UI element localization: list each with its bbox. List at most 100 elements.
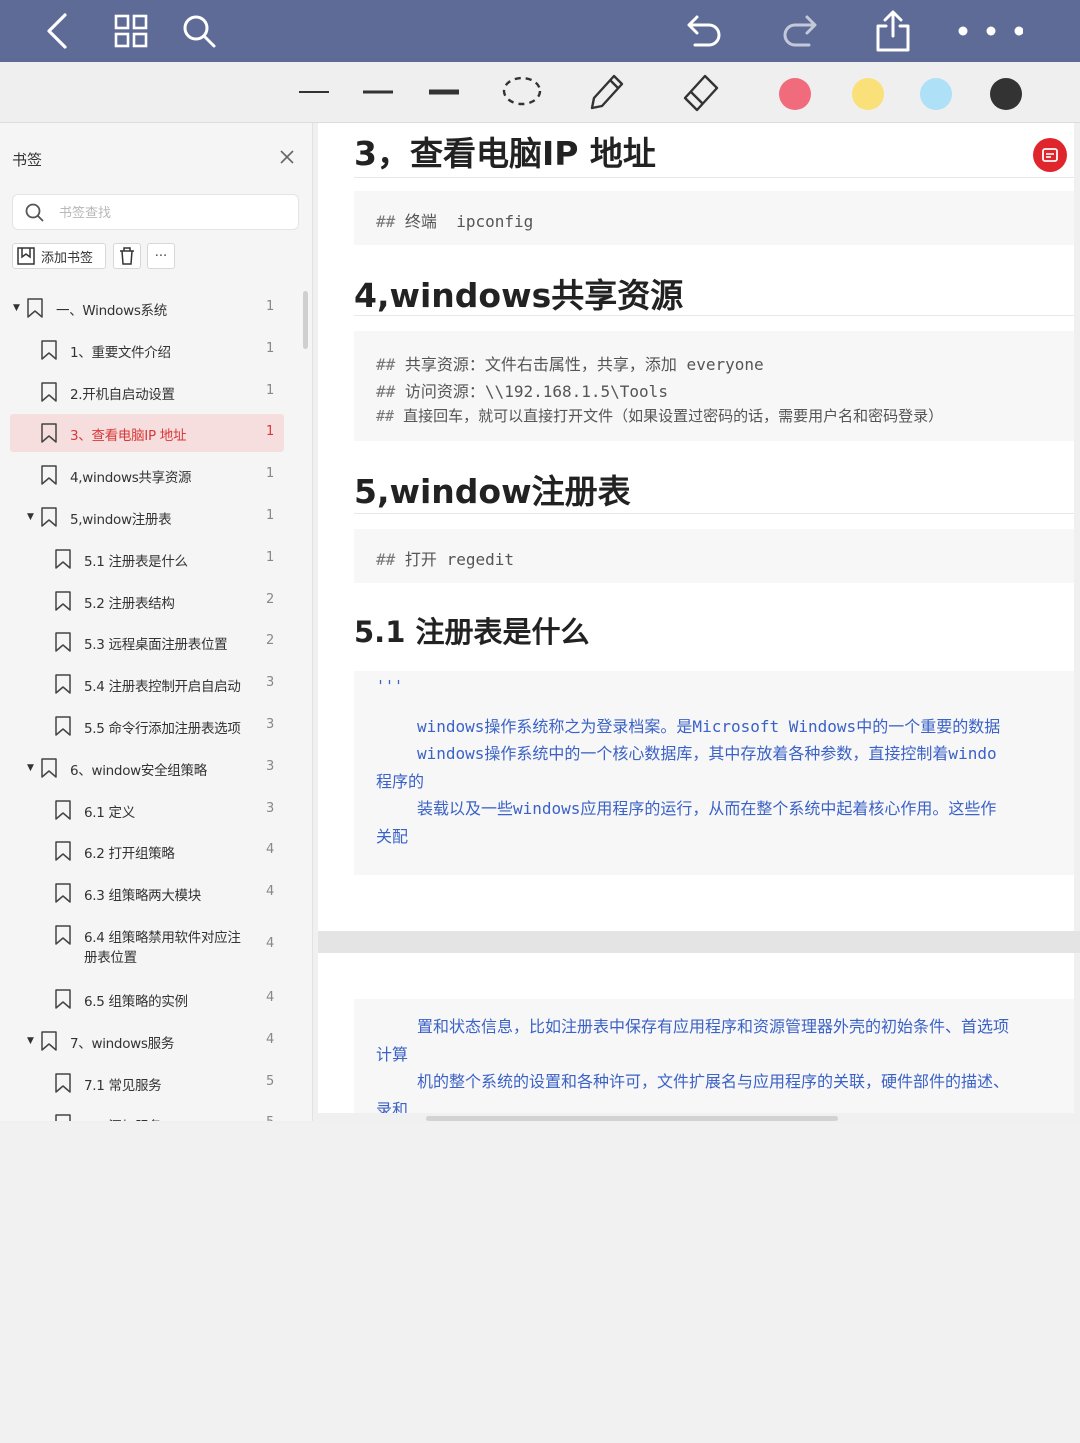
eraser-icon[interactable] [676,68,726,116]
bookmark-page: 1 [266,549,275,565]
horizontal-scroll-thumb[interactable] [426,1116,838,1121]
sidebar-title: 书签 [12,151,43,169]
horizontal-scrollbar[interactable] [318,1113,1080,1123]
expand-triangle-icon[interactable]: ▼ [27,1036,34,1046]
color-red[interactable] [779,78,811,110]
bookmark-item[interactable]: 5.4 注册表控制开启自启动 3 [10,665,284,703]
back-icon[interactable] [35,8,81,54]
bookmark-item[interactable]: 5.5 命令行添加注册表选项 3 [10,707,284,745]
bookmark-icon [26,298,44,322]
bookmark-item[interactable]: 3、查看电脑IP 地址 1 [10,414,284,453]
bookmark-page: 1 [266,424,275,440]
bookmark-icon [54,549,72,573]
share-icon[interactable] [870,8,916,54]
bookmark-item[interactable]: ▼ 一、Windows系统 1 [10,289,284,327]
color-yellow[interactable] [852,78,884,110]
expand-triangle-icon[interactable]: ▼ [13,303,20,313]
bookmark-item[interactable]: 6.1 定义 3 [10,791,284,829]
code-fence: ''' [376,677,404,695]
code-line-text: 直接回车，就可以直接打开文件（如果设置过密码的话，需要用户名和密码登录） [403,407,944,425]
bookmark-icon [54,632,72,656]
registry-line: 程序的 [376,772,425,791]
bookmark-label: 6.5 组策略的实例 [84,994,188,1010]
bookmark-item[interactable]: ▼ 6、window安全组策略 3 [10,749,284,787]
bookmark-item[interactable]: 5.2 注册表结构 2 [10,582,284,620]
bookmark-icon [54,989,72,1013]
bookmark-icon [40,381,58,406]
bookmark-page: 5 [266,1115,274,1121]
more-options-button[interactable]: ··· [147,243,175,269]
code-command: regedit [446,550,514,569]
add-bookmark-button[interactable]: 添加书签 [12,243,106,269]
bookmark-item[interactable]: 6.2 打开组策略 4 [10,832,284,870]
expand-triangle-icon[interactable]: ▼ [27,763,34,773]
sidebar-scrollbar[interactable] [303,291,308,349]
bookmark-label: 6、window安全组策略 [70,762,207,779]
top-toolbar [0,0,1080,62]
bookmark-page: 1 [266,382,275,398]
code-block-ipconfig: ## 终端 ipconfig [354,191,1074,245]
bookmark-page: 3 [266,758,275,774]
code-line-text: 共享资源：文件右击属性，共享，添加 [404,355,677,374]
bookmark-icon [40,758,58,782]
code-line-tail: \\192.168.1.5\Tools [484,382,668,401]
thin-line-icon[interactable] [289,68,339,116]
bookmark-item[interactable]: 5.1 注册表是什么 1 [10,540,284,578]
document-page: 3，查看电脑IP 地址 ## 终端 ipconfig 4,windows共享资源… [318,123,1074,931]
grid-icon[interactable] [108,8,154,54]
bookmark-icon [54,799,72,824]
redo-icon[interactable] [776,8,822,54]
bookmark-icon [54,590,72,615]
bookmark-item[interactable]: 6.4 组策略禁用软件对应注 册表位置 4 [10,916,284,976]
bookmark-page: 1 [266,340,275,356]
bookmark-item[interactable]: ▼ 7、windows服务 4 [10,1022,284,1060]
bookmark-page: 4 [266,884,275,900]
bookmark-page: 3 [266,717,275,732]
code-hash: ## [376,212,396,231]
more-icon[interactable] [948,8,1028,54]
bookmark-item[interactable]: 2.开机自启动设置 1 [10,373,284,411]
bookmark-item[interactable]: 1、重要文件介绍 1 [10,331,284,369]
trash-icon [120,247,134,265]
registry-line: 机的整个系统的设置和各种许可，文件扩展名与应用程序的关联，硬件部件的描述、 [417,1072,1010,1091]
bookmark-label: 5.3 远程桌面注册表位置 [84,637,228,654]
bookmark-item[interactable]: 7.2 添加服务 5 [10,1105,284,1121]
bookmark-item[interactable]: 6.5 组策略的实例 4 [10,980,284,1018]
close-icon[interactable] [275,145,299,169]
bookmark-icon [40,423,58,447]
pencil-icon[interactable] [581,68,631,116]
bookmark-item[interactable]: 6.3 组策略两大模块 4 [10,874,284,912]
bookmark-page: 3 [266,675,275,691]
search-icon [25,203,44,222]
lasso-icon[interactable] [497,68,547,116]
registry-line: 置和状态信息，比如注册表中保存有应用程序和资源管理器外壳的初始条件、首选项 [417,1017,1010,1036]
bookmark-icon [54,883,72,907]
heading-share: 4,windows共享资源 [354,276,684,315]
bookmark-label: 5.1 注册表是什么 [84,553,188,570]
medium-line-icon[interactable] [353,68,403,116]
expand-triangle-icon[interactable]: ▼ [27,512,34,522]
delete-bookmark-button[interactable] [113,243,141,269]
pdf-export-icon[interactable] [1033,138,1067,172]
color-black[interactable] [990,78,1022,110]
bookmark-page: 2 [266,633,275,649]
bookmark-search-input[interactable] [57,201,291,225]
bookmark-item[interactable]: 5.3 远程桌面注册表位置 2 [10,623,284,661]
bookmark-label: 6.3 组策略两大模块 [84,888,201,905]
bookmark-item[interactable]: 4,windows共享资源 1 [10,456,284,494]
document-page-2: 置和状态信息，比如注册表中保存有应用程序和资源管理器外壳的初始条件、首选项 计算… [318,953,1074,1113]
bookmark-item[interactable]: 7.1 常见服务 5 [10,1064,284,1102]
color-blue[interactable] [920,78,952,110]
search-icon[interactable] [176,8,222,54]
bookmark-icon [54,1114,72,1121]
code-hash: ## [376,550,396,569]
bookmark-item[interactable]: ▼ 5,window注册表 1 [10,498,284,536]
bookmark-page: 4 [266,936,275,951]
undo-icon[interactable] [682,8,728,54]
bookmark-page: 2 [266,591,275,607]
registry-line: windows操作系统称之为登录档案。是Microsoft Windows中的一… [417,717,1001,736]
bookmark-label: 7、windows服务 [70,1035,175,1052]
bookmark-label-line2: 册表位置 [84,950,137,966]
code-hash: ## [376,355,396,374]
thick-line-icon[interactable] [419,68,469,116]
